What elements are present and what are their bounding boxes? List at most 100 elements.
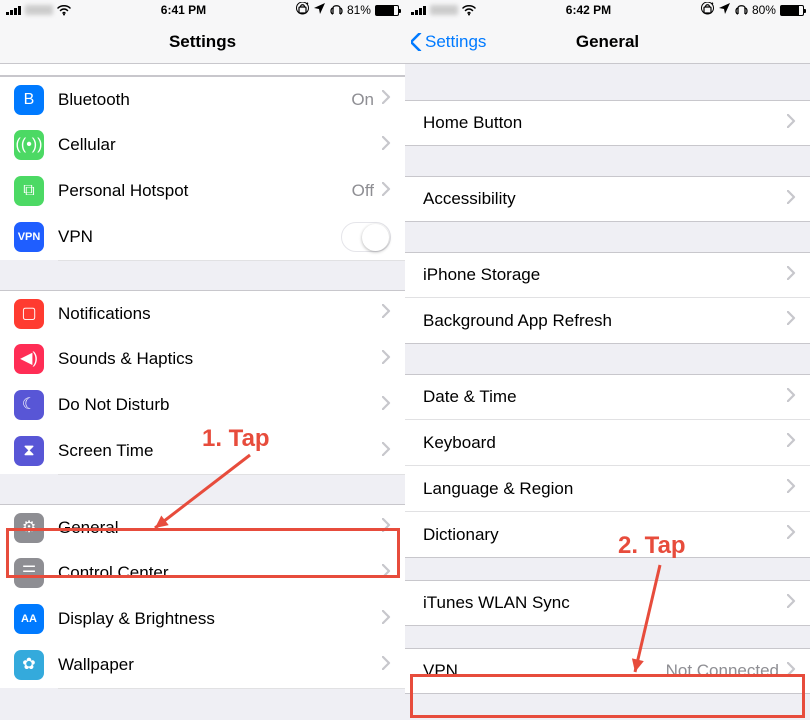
flower-icon: ✿ — [22, 657, 35, 673]
headphones-icon — [735, 3, 748, 18]
cell-notifications[interactable]: ▢ Notifications — [0, 290, 405, 336]
chevron-right-icon — [382, 442, 391, 461]
nav-bar: Settings — [0, 20, 405, 64]
cell-bg-refresh[interactable]: Background App Refresh — [405, 298, 810, 344]
wifi-icon — [57, 4, 71, 16]
notif-icon: ▢ — [21, 306, 36, 322]
hotspot-label: Personal Hotspot — [58, 181, 352, 201]
battery-icon — [375, 5, 399, 16]
cell-hotspot[interactable]: ⧉ Personal HotspotOff — [0, 168, 405, 214]
chevron-right-icon — [787, 266, 796, 285]
chevron-right-icon — [787, 662, 796, 681]
group-spacer — [405, 146, 810, 176]
signal-bars-icon — [411, 5, 426, 15]
dnd-label: Do Not Disturb — [58, 395, 382, 415]
group-spacer — [0, 474, 405, 504]
dnd-app-icon: ☾ — [14, 390, 44, 420]
chevron-right-icon — [382, 350, 391, 369]
page-title: Settings — [169, 32, 236, 52]
carrier-name — [25, 5, 53, 15]
battery-percent: 81% — [347, 3, 371, 17]
bluetooth-app-icon: B — [14, 85, 44, 115]
status-time: 6:41 PM — [161, 3, 206, 17]
cell-home-button[interactable]: Home Button — [405, 100, 810, 146]
chevron-right-icon — [787, 525, 796, 544]
home-button-label: Home Button — [423, 113, 787, 133]
general-app-icon: ⚙ — [14, 513, 44, 543]
screentime-label: Screen Time — [58, 441, 382, 461]
cell-general[interactable]: ⚙ General — [0, 504, 405, 550]
cell-wallpaper[interactable]: ✿ Wallpaper — [0, 642, 405, 688]
chevron-right-icon — [787, 190, 796, 209]
general-label: General — [58, 518, 382, 538]
status-bar: 6:42 PM 80% — [405, 0, 810, 20]
chevron-right-icon — [382, 182, 391, 201]
battery-icon — [780, 5, 804, 16]
phone-left: 6:41 PM 81% Settings BBluetoothOn ((•)) Cellu… — [0, 0, 405, 720]
antenna-icon: ((•)) — [16, 137, 43, 153]
control-center-app-icon: ☰ — [14, 558, 44, 588]
cell-dictionary[interactable]: Dictionary — [405, 512, 810, 558]
display-label: Display & Brightness — [58, 609, 382, 629]
group-spacer — [405, 64, 810, 100]
hotspot-value: Off — [352, 181, 374, 201]
accessibility-label: Accessibility — [423, 189, 787, 209]
link-icon: ⧉ — [23, 183, 34, 199]
bg-refresh-label: Background App Refresh — [423, 311, 787, 331]
cell-date-time[interactable]: Date & Time — [405, 374, 810, 420]
cell-vpn-general[interactable]: VPNNot Connected — [405, 648, 810, 694]
cell-cellular[interactable]: ((•)) Cellular — [0, 122, 405, 168]
cell-sounds[interactable]: ◀)Sounds & Haptics — [0, 336, 405, 382]
cell-vpn[interactable]: VPNVPN — [0, 214, 405, 260]
group-spacer — [405, 344, 810, 374]
chevron-right-icon — [382, 518, 391, 537]
screentime-app-icon: ⧗ — [14, 436, 44, 466]
cellular-label: Cellular — [58, 135, 382, 155]
battery-percent: 80% — [752, 3, 776, 17]
settings-list: Home Button Accessibility iPhone Storage Ba… — [405, 64, 810, 720]
vpn-icon: VPN — [18, 232, 41, 243]
location-icon — [718, 2, 731, 18]
vpn-toggle[interactable] — [341, 222, 391, 252]
wallpaper-app-icon: ✿ — [14, 650, 44, 680]
vpn-app-icon: VPN — [14, 222, 44, 252]
wallpaper-label: Wallpaper — [58, 655, 382, 675]
chevron-right-icon — [787, 433, 796, 452]
chevron-right-icon — [382, 136, 391, 155]
group-spacer — [405, 558, 810, 580]
bluetooth-value: On — [351, 90, 374, 110]
cell-control-center[interactable]: ☰Control Center — [0, 550, 405, 596]
itunes-wlan-label: iTunes WLAN Sync — [423, 593, 787, 613]
status-time: 6:42 PM — [566, 3, 611, 17]
cell-lang-region[interactable]: Language & Region — [405, 466, 810, 512]
chevron-right-icon — [382, 564, 391, 583]
cell-screentime[interactable]: ⧗ Screen Time — [0, 428, 405, 474]
lang-region-label: Language & Region — [423, 479, 787, 499]
group-spacer — [405, 222, 810, 252]
date-time-label: Date & Time — [423, 387, 787, 407]
bluetooth-icon: B — [24, 92, 35, 108]
aa-icon: AA — [21, 614, 37, 625]
cell-dnd[interactable]: ☾ Do Not Disturb — [0, 382, 405, 428]
hourglass-icon: ⧗ — [23, 443, 34, 459]
cell-keyboard[interactable]: Keyboard — [405, 420, 810, 466]
cell-display[interactable]: AA Display & Brightness — [0, 596, 405, 642]
gear-icon: ⚙ — [22, 520, 36, 536]
sounds-app-icon: ◀) — [14, 344, 44, 374]
settings-list: BBluetoothOn ((•)) Cellular ⧉ Personal Hotsp… — [0, 64, 405, 720]
group-spacer — [0, 260, 405, 290]
cell-bluetooth[interactable]: BBluetoothOn — [0, 76, 405, 122]
cell-accessibility[interactable]: Accessibility — [405, 176, 810, 222]
cell-itunes-wlan[interactable]: iTunes WLAN Sync — [405, 580, 810, 626]
chevron-right-icon — [382, 90, 391, 109]
back-button[interactable]: Settings — [411, 20, 486, 63]
hotspot-app-icon: ⧉ — [14, 176, 44, 206]
chevron-right-icon — [382, 396, 391, 415]
chevron-right-icon — [382, 610, 391, 629]
back-label: Settings — [425, 32, 486, 52]
location-icon — [313, 2, 326, 18]
cell-iphone-storage[interactable]: iPhone Storage — [405, 252, 810, 298]
notifications-label: Notifications — [58, 304, 382, 324]
status-bar: 6:41 PM 81% — [0, 0, 405, 20]
chevron-right-icon — [382, 304, 391, 323]
